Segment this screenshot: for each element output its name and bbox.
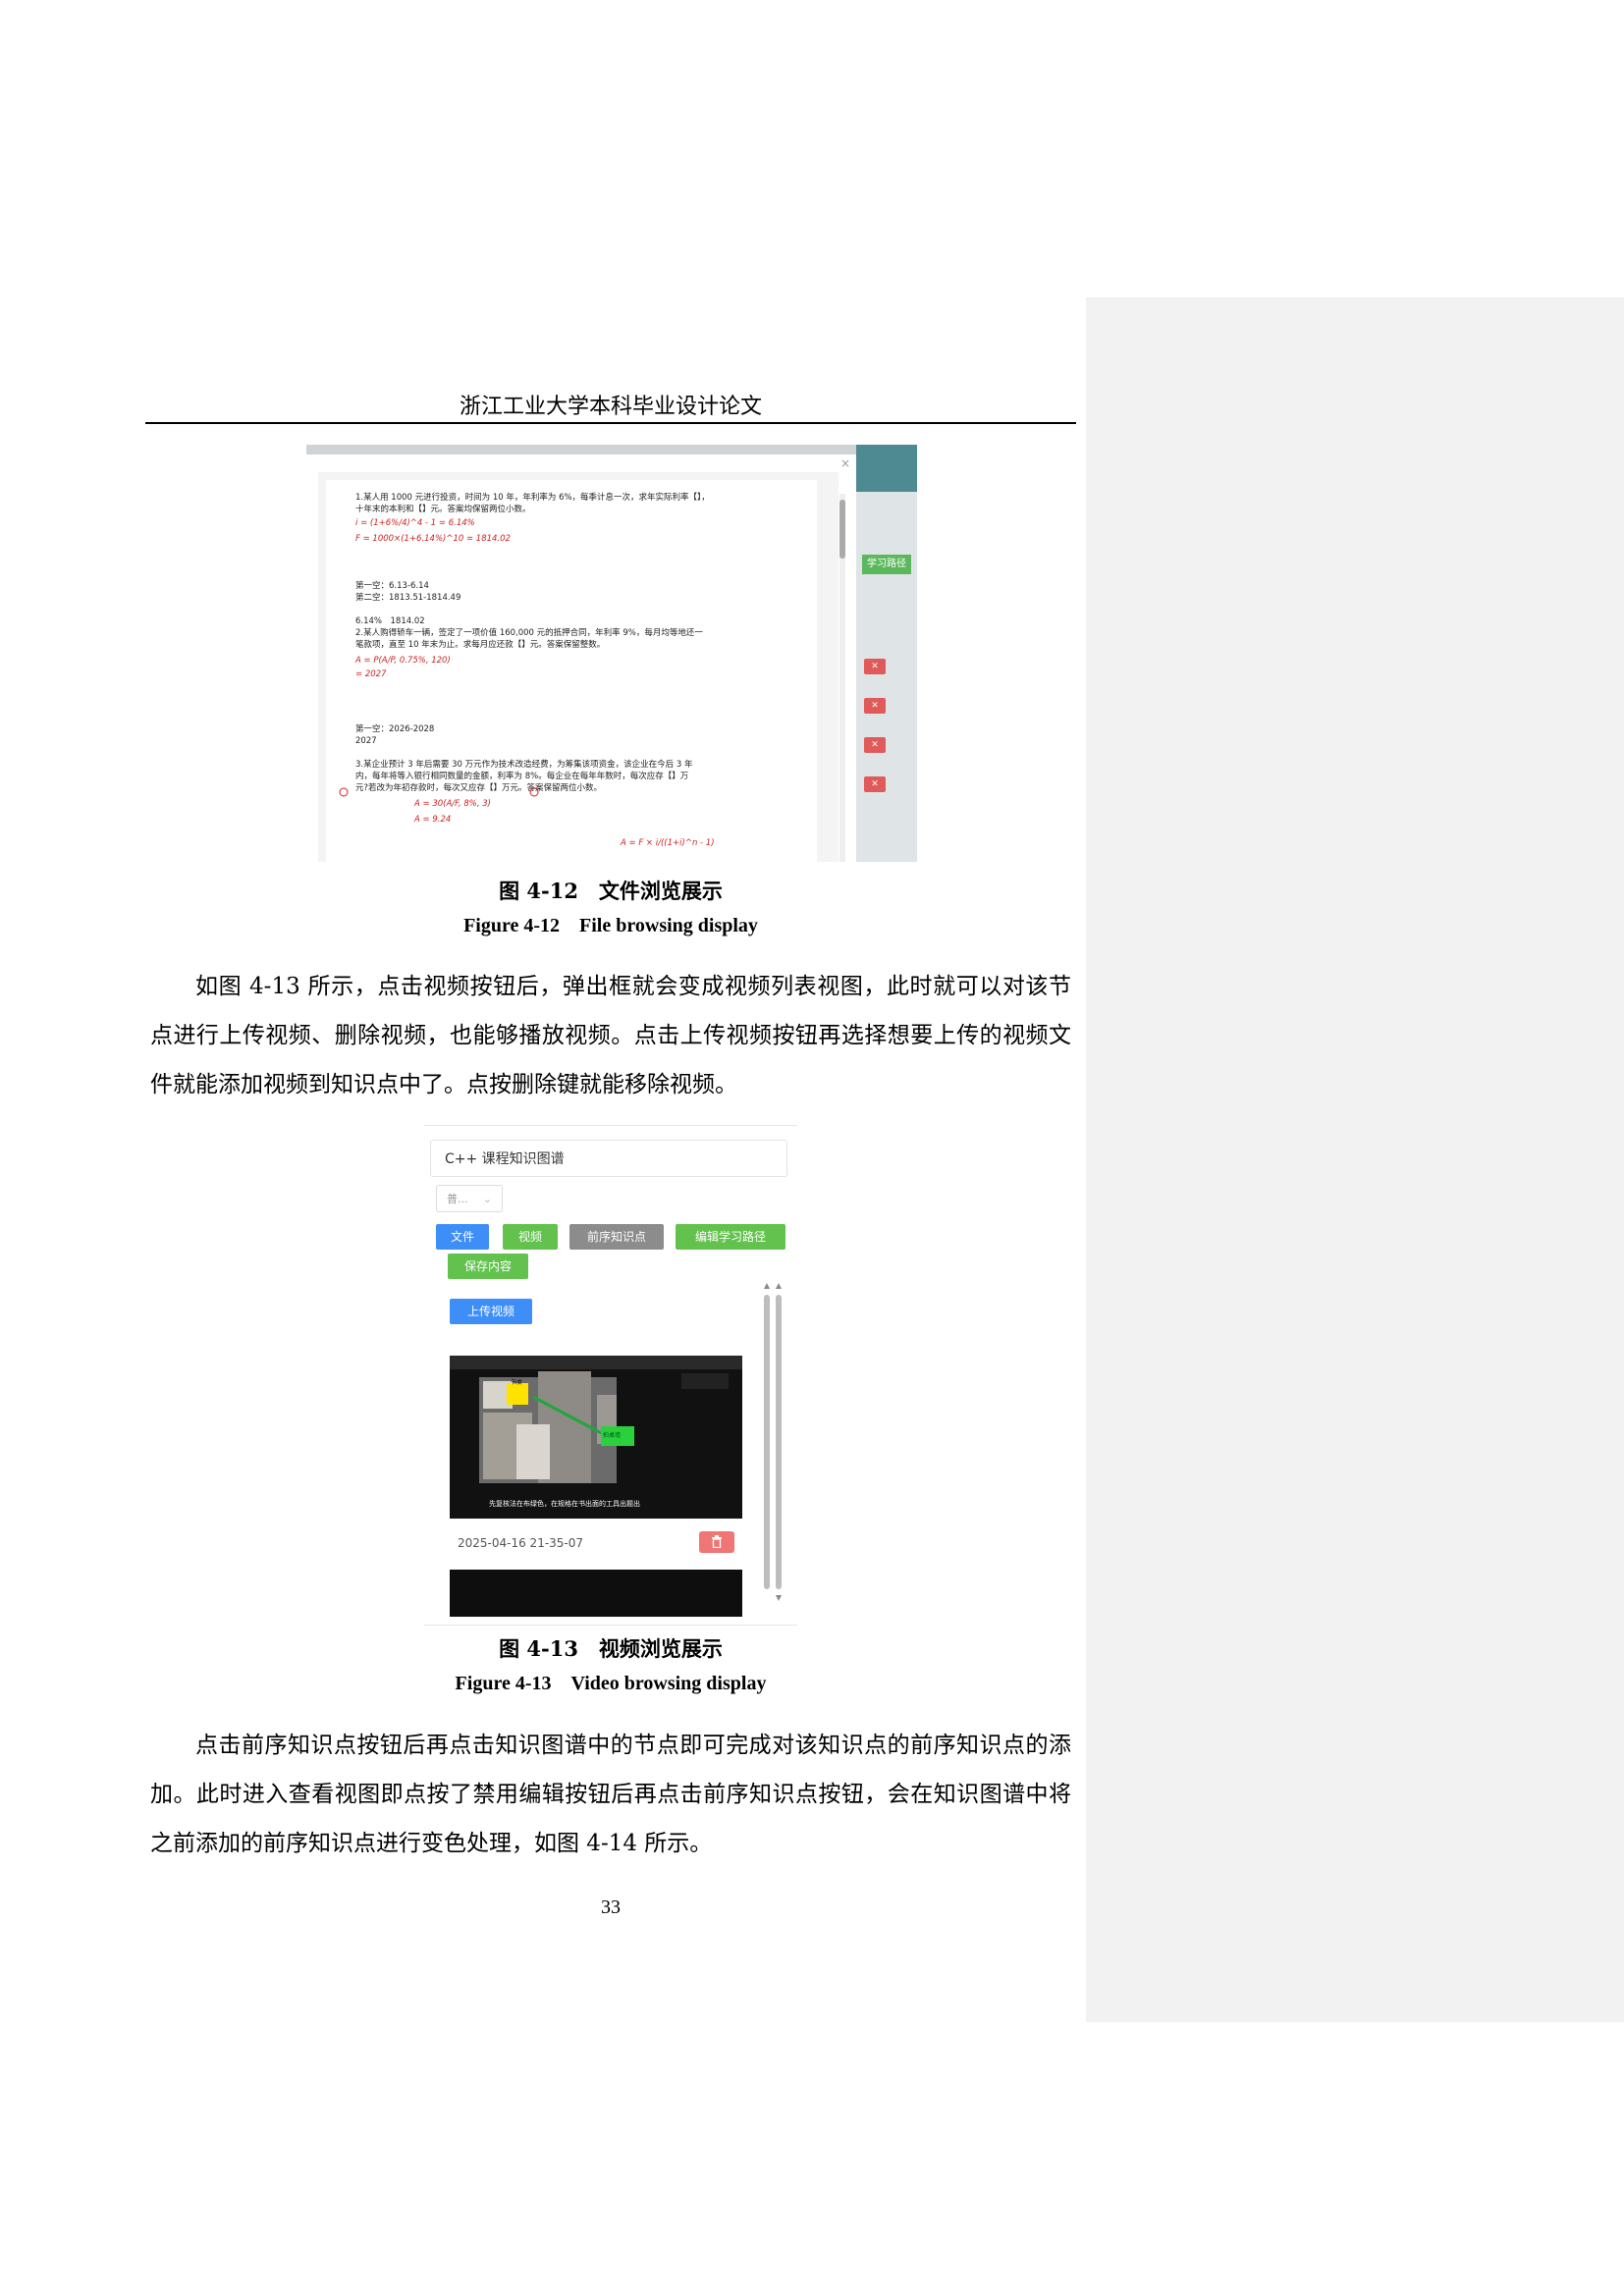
video-tag-green: 拍桌墙	[603, 1432, 622, 1439]
graph-select[interactable]: 普... ⌄	[436, 1185, 503, 1212]
background-header	[856, 445, 917, 492]
body-paragraph: 如图 4-13 所示，点击视频按钮后，弹出框就会变成视频列表视图，此时就可以对该…	[150, 962, 1071, 1109]
edit-path-button[interactable]: 编辑学习路径	[676, 1224, 785, 1250]
viewer-scrollbar[interactable]	[839, 494, 845, 862]
video-date: 2025-04-16 21-35-07	[458, 1536, 584, 1550]
close-icon[interactable]: ×	[840, 456, 850, 470]
background-path-button[interactable]: 学习路径	[862, 555, 911, 574]
video-button[interactable]: 视频	[503, 1224, 558, 1250]
figure-4-13-screenshot: C++ 课程知识图谱 普... ⌄ 文件 视频 前序知识点 编辑学习路径 保存内…	[424, 1125, 797, 1626]
video-frame	[450, 1356, 742, 1483]
handwriting-marks	[339, 787, 539, 797]
video-player-next[interactable]	[450, 1570, 742, 1617]
figure-4-13-caption-en: Figure 4-13 Video browsing display	[455, 1673, 767, 1694]
paragraph-text: 如图 4-13 所示，点击视频按钮后，弹出框就会变成视频列表视图，此时就可以对该…	[150, 974, 1071, 1097]
scroll-arrows	[764, 1283, 782, 1601]
graph-title-box: C++ 课程知识图谱	[430, 1140, 787, 1177]
page-number: 33	[601, 1896, 621, 1918]
background-delete-button[interactable]: ✕	[864, 737, 886, 753]
video-tag-yellow: 书桌	[511, 1379, 523, 1386]
body-paragraph: 点击前序知识点按钮后再点击知识图谱中的节点即可完成对该知识点的前序知识点的添加。…	[150, 1721, 1071, 1868]
chevron-down-icon: ⌄	[482, 1193, 492, 1205]
file-button[interactable]: 文件	[436, 1224, 489, 1250]
delete-video-button[interactable]	[699, 1531, 734, 1553]
figure-4-12-caption-cn: 图 4-12 文件浏览展示	[499, 879, 723, 903]
document-viewer: 1.某人用 1000 元进行投资，时间为 10 年，年利率为 6%，每季计息一次…	[318, 472, 839, 862]
figure-4-12-caption-en: Figure 4-12 File browsing display	[463, 915, 758, 936]
prereq-button[interactable]: 前序知识点	[569, 1224, 664, 1250]
figure-4-12-screenshot: 学习路径 ✕ ✕ ✕ ✕ × 1.某人用 1000 元进行投资，时间为 10 年…	[306, 445, 917, 862]
background-delete-button[interactable]: ✕	[864, 776, 886, 792]
video-subtitle: 先复核法在布绿色，在规格在书出面的工具出题出	[489, 1500, 640, 1508]
figure-4-13-caption-cn: 图 4-13 视频浏览展示	[499, 1636, 723, 1661]
file-preview-modal: × 1.某人用 1000 元进行投资，时间为 10 年，年利率为 6%，每季计息…	[306, 454, 856, 862]
video-player[interactable]: 书桌 拍桌墙 先复核法在布绿色，在规格在书出面的工具出题出	[450, 1356, 742, 1519]
upload-video-button[interactable]: 上传视频	[450, 1299, 532, 1324]
video-card: 书桌 拍桌墙 先复核法在布绿色，在规格在书出面的工具出题出 2025-04-16…	[450, 1356, 742, 1617]
save-button[interactable]: 保存内容	[448, 1254, 528, 1279]
trash-icon	[712, 1535, 722, 1549]
header-rule	[145, 422, 1076, 424]
background-app-panel	[856, 445, 917, 862]
paragraph-text: 点击前序知识点按钮后再点击知识图谱中的节点即可完成对该知识点的前序知识点的添加。…	[150, 1733, 1071, 1856]
background-delete-button[interactable]: ✕	[864, 698, 886, 714]
document-page: 1.某人用 1000 元进行投资，时间为 10 年，年利率为 6%，每季计息一次…	[326, 480, 817, 862]
comment-pane	[1086, 297, 1624, 2022]
background-delete-button[interactable]: ✕	[864, 659, 886, 674]
select-value: 普...	[447, 1193, 468, 1205]
running-header: 浙江工业大学本科毕业设计论文	[459, 395, 762, 419]
video-list-scrollbar[interactable]	[764, 1283, 787, 1607]
